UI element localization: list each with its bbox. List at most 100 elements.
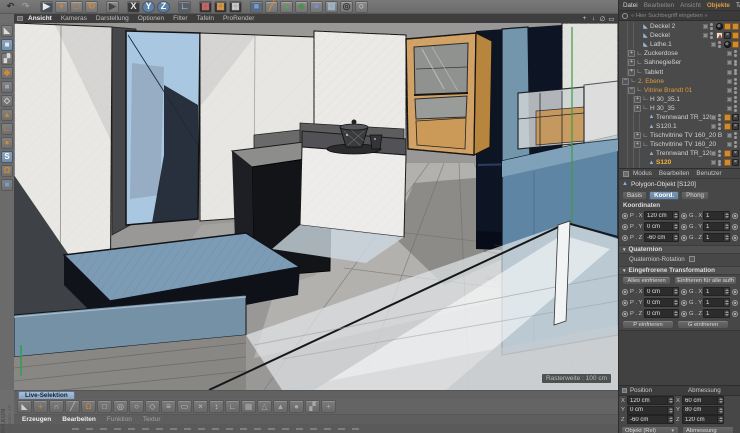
bottom-menu-bearbeiten[interactable]: Bearbeiten [62,416,96,423]
visibility-dots-icon[interactable] [734,59,737,67]
ball-tag-icon[interactable] [724,41,731,48]
pan-view-icon[interactable]: + [580,15,589,23]
add-cube-primitive-icon[interactable]: ■ [250,1,263,13]
om-menu-tags[interactable]: Tags [736,2,740,9]
weld-icon[interactable]: × [193,400,208,413]
am-menu-modus[interactable]: Modus [633,170,652,177]
position-mode-dropdown[interactable]: Objekt (Rel)▼ [621,426,679,433]
visibility-toggles[interactable] [727,105,737,113]
orange-tag-icon[interactable] [732,23,739,30]
value-field[interactable]: 0 cm [627,406,674,415]
om-menu-datei[interactable]: Datei [623,2,638,9]
triangulate-icon[interactable]: ▲ [273,400,288,413]
object-row[interactable]: ▲S120.1× [619,122,740,131]
visibility-toggles[interactable] [727,59,737,67]
visibility-toggles[interactable] [703,23,713,31]
undo-icon[interactable]: ↶ [4,1,17,13]
keyframe-circle-icon[interactable] [732,235,738,241]
keyframe-circle-icon[interactable] [622,289,628,295]
bottom-menu-erzeugen[interactable]: Erzeugen [22,416,51,423]
expand-toggle-icon[interactable]: + [628,69,635,76]
keyframe-circle-icon[interactable] [681,235,687,241]
tab-phong[interactable]: Phong [681,191,709,200]
viewport-menu-prorender[interactable]: ProRender [223,15,254,22]
value-field[interactable]: 60 cm [682,396,724,405]
visibility-dots-icon[interactable] [734,132,737,140]
object-row[interactable]: ▲Trennwand TR_120_A.1× [619,113,740,122]
x-tag-icon[interactable]: × [732,150,739,157]
add-floor-icon[interactable]: ▦ [325,1,338,13]
enable-checkbox[interactable] [703,33,708,38]
x-tag-icon[interactable]: × [732,159,739,166]
keyframe-circle-icon[interactable] [681,213,687,219]
add-deformer-icon[interactable]: ◆ [295,1,308,13]
value-field[interactable]: 0 cm [644,309,679,318]
polygon-pen-icon[interactable]: + [33,400,48,413]
object-name[interactable]: Trennwand TR_120_A.1 [656,114,711,121]
visibility-dots-icon[interactable] [734,77,737,85]
texture-mode-icon[interactable]: ▞ [1,53,13,65]
coordinate-system-icon[interactable]: ∟ [178,1,191,13]
axis-center-icon[interactable]: + [321,400,336,413]
lock-y-axis-icon[interactable]: Y [142,1,155,13]
x-tag-icon[interactable]: × [732,123,739,130]
enable-checkbox[interactable] [727,88,732,93]
object-search-row[interactable]: « Hier Suchbegriff eingeben » [619,11,740,21]
object-name[interactable]: S120.1 [656,123,711,130]
expand-toggle-icon[interactable]: − [628,87,635,94]
viewport-window-icon[interactable] [17,16,23,21]
magnet-tool-icon[interactable]: Ω [81,400,96,413]
enable-checkbox[interactable] [727,79,732,84]
visibility-toggles[interactable] [711,41,721,49]
enable-checkbox[interactable] [727,60,732,65]
quaternion-rotation-checkbox[interactable] [689,256,695,262]
ball-tag-icon[interactable] [716,23,723,30]
stepper-icon[interactable] [667,407,673,414]
freeze-p-button[interactable]: P einfrieren [622,320,674,329]
object-row[interactable]: +∟Tischvitrine TV 160_20 B [619,131,740,140]
quantize-toggle-icon[interactable]: ■ [1,179,13,191]
viewport-menu-kameras[interactable]: Kameras [61,15,87,22]
extrude-icon[interactable]: □ [97,400,112,413]
keyframe-circle-icon[interactable] [622,213,628,219]
enable-checkbox[interactable] [727,106,732,111]
object-row[interactable]: +∟Tischvitrine TV 160_20 [619,140,740,149]
add-generator-icon[interactable]: ● [280,1,293,13]
frozen-transform-section[interactable]: ▾ Eingefrorene Transformation [619,266,740,275]
stepper-icon[interactable] [723,299,729,306]
edges-mode-icon[interactable]: ◇ [1,95,13,107]
keyframe-circle-icon[interactable] [732,311,738,317]
value-field[interactable]: -60 cm [627,415,674,424]
sculpt-brush-icon[interactable]: ∩ [49,400,64,413]
enable-checkbox[interactable] [727,97,732,102]
keyframe-circle-icon[interactable] [681,311,687,317]
keyframe-circle-icon[interactable] [681,289,687,295]
viewport[interactable]: Rasterweite : 100 cm [14,23,618,390]
visibility-toggles[interactable] [727,86,737,94]
rotate-view-icon[interactable]: ∅ [598,15,607,23]
polygons-mode-icon[interactable]: ▲ [1,109,13,121]
move-tool-icon[interactable]: + [55,1,68,13]
stepper-icon[interactable] [672,299,678,306]
value-field[interactable]: 120 cm [682,415,724,424]
unfreeze-all-button[interactable]: Einfrieren für alle aufh [674,276,737,285]
close-hole-icon[interactable]: ▭ [177,400,192,413]
enable-checkbox[interactable] [711,124,716,129]
stepper-icon[interactable] [672,310,678,317]
add-environment-icon[interactable]: ● [310,1,323,13]
stepper-icon[interactable] [723,234,729,241]
value-field[interactable]: 0 cm [644,287,679,296]
object-row[interactable]: ◣Deckel 2 [619,22,740,31]
object-name[interactable]: Vitrine Brandt 01 [644,87,727,94]
tab-koord[interactable]: Koord. [649,191,679,200]
search-input[interactable]: « Hier Suchbegriff eingeben » [631,13,708,19]
expand-toggle-icon[interactable]: + [628,59,635,66]
object-row[interactable]: ▲S120× [619,158,740,167]
expand-toggle-icon[interactable]: + [628,50,635,57]
object-name[interactable]: Deckel 2 [650,23,703,30]
value-field[interactable]: 1 [703,211,730,220]
visibility-toggles[interactable] [711,159,721,167]
stepper-icon[interactable] [723,310,729,317]
bridge-icon[interactable]: ≡ [161,400,176,413]
live-selection-tool-icon[interactable]: ▶ [40,1,53,13]
